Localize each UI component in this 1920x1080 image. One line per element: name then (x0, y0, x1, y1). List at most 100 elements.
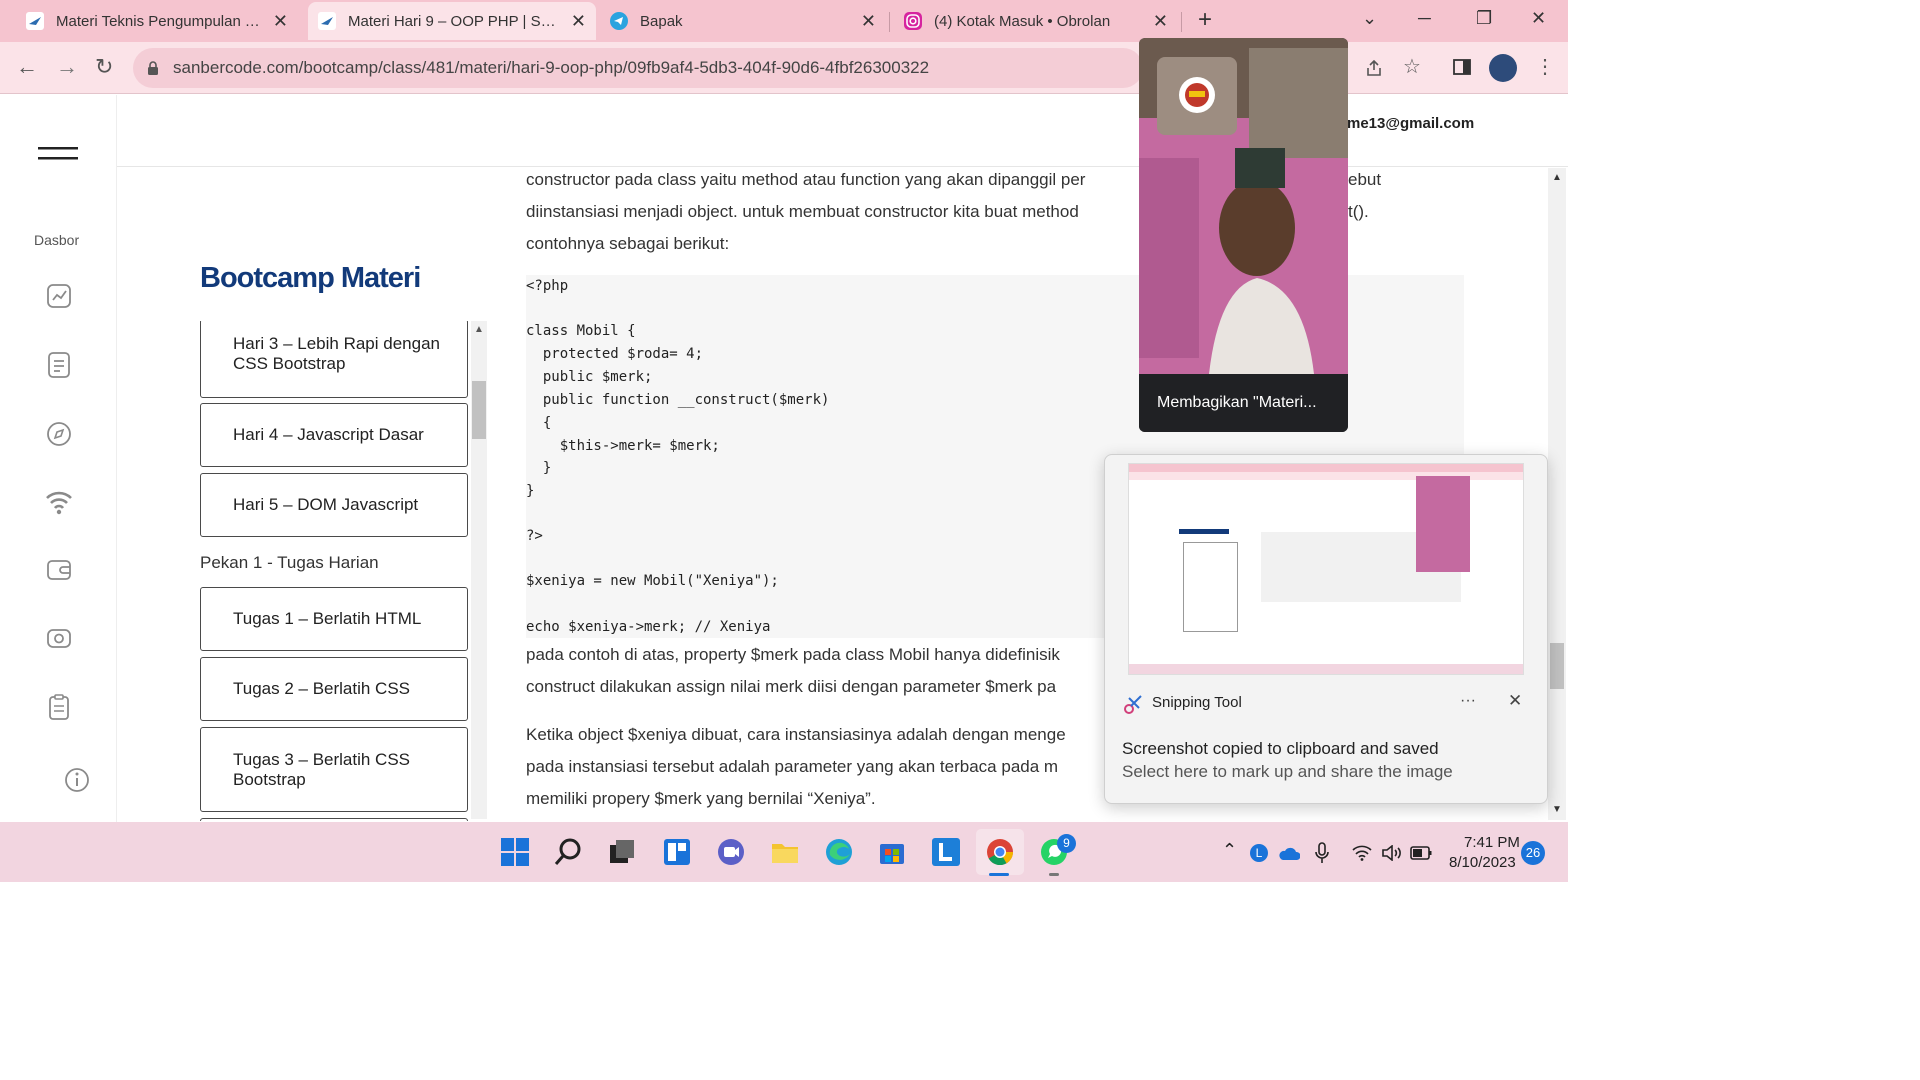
tray-l-app-icon[interactable]: L (1250, 844, 1268, 862)
sharing-caption: Membagikan "Materi... (1139, 374, 1348, 432)
code-line: <?php (526, 278, 569, 294)
hamburger-menu-icon[interactable] (38, 145, 80, 163)
sidebar-item-label: Hari 3 – Lebih Rapi dengan CSS Bootstrap (233, 334, 440, 373)
paragraph-line: diinstansiasi menjadi object. untuk memb… (526, 202, 1079, 221)
sidebar-scroll-area: Hari 3 – Lebih Rapi dengan CSS Bootstrap… (200, 321, 468, 821)
task-item[interactable]: Tugas 2 – Berlatih CSS (200, 657, 468, 721)
chrome-icon[interactable] (985, 837, 1015, 867)
minimize-button[interactable]: ─ (1418, 8, 1431, 29)
notification-count-badge[interactable]: 26 (1521, 841, 1545, 865)
tray-overflow-chevron-icon[interactable]: ⌃ (1222, 840, 1237, 861)
snipping-tool-notification[interactable]: Snipping Tool ··· ✕ Screenshot copied to… (1104, 454, 1548, 804)
search-icon[interactable] (554, 837, 584, 867)
tab-bapak[interactable]: Bapak ✕ (600, 2, 886, 40)
scrollbar-thumb[interactable] (1550, 643, 1564, 689)
paragraph-line: Ketika object $xeniya dibuat, cara insta… (526, 725, 1066, 744)
tab-materi-teknis[interactable]: Materi Teknis Pengumpulan Tugas ✕ (16, 2, 298, 40)
task-item[interactable]: Tugas 1 – Berlatih HTML (200, 587, 468, 651)
close-tab-icon[interactable]: ✕ (273, 11, 288, 32)
clipboard-icon[interactable] (44, 692, 74, 722)
reload-icon[interactable]: ↻ (95, 56, 113, 78)
close-tab-icon[interactable]: ✕ (861, 11, 876, 32)
restore-button[interactable]: ❐ (1476, 8, 1492, 29)
task-item[interactable]: Tugas 3 – Berlatih CSS Bootstrap (200, 727, 468, 812)
participant-thumbnail (1157, 57, 1237, 135)
screenshot-preview[interactable] (1128, 463, 1524, 675)
battery-icon[interactable] (1410, 846, 1432, 860)
paragraph-line: construct dilakukan assign nilai merk di… (526, 677, 1057, 696)
microsoft-store-icon[interactable] (877, 837, 907, 867)
close-tab-icon[interactable]: ✕ (1153, 11, 1168, 32)
scrollbar-thumb[interactable] (472, 381, 486, 439)
info-icon[interactable] (62, 765, 92, 795)
paragraph-line-tail: t(). (1348, 202, 1369, 221)
close-tab-icon[interactable]: ✕ (571, 11, 586, 32)
task-item-label: Tugas 1 – Berlatih HTML (233, 609, 422, 628)
whatsapp-badge: 9 (1057, 834, 1076, 853)
l-app-icon[interactable] (931, 837, 961, 867)
clock-date[interactable]: 8/10/2023 (1449, 854, 1516, 871)
page-scrollbar[interactable]: ▲ ▼ (1548, 168, 1566, 820)
side-panel-icon[interactable] (1453, 58, 1471, 76)
close-icon[interactable]: ✕ (1508, 691, 1522, 711)
more-options-icon[interactable]: ··· (1460, 692, 1476, 710)
close-window-button[interactable]: ✕ (1531, 8, 1546, 29)
sidebar-item-label: Hari 4 – Javascript Dasar (233, 425, 424, 444)
code-line: } (526, 483, 535, 499)
tab-title: Materi Hari 9 – OOP PHP | Sanbercode (348, 12, 563, 30)
preview-sidebar (1183, 542, 1238, 632)
user-email[interactable]: me13@gmail.com (1347, 115, 1474, 132)
clock-time[interactable]: 7:41 PM (1464, 834, 1520, 851)
app-open-indicator (1049, 873, 1059, 876)
top-header-bar: me13@gmail.com (117, 95, 1568, 167)
tab-search-chevron-icon[interactable]: ⌄ (1362, 8, 1377, 29)
file-explorer-icon[interactable] (770, 837, 800, 867)
task-view-icon[interactable] (607, 837, 637, 867)
chart-dashboard-icon[interactable] (44, 281, 74, 311)
code-line: public function __construct($merk) (526, 392, 830, 408)
volume-icon[interactable] (1381, 845, 1403, 861)
profile-avatar[interactable] (1489, 54, 1517, 82)
back-arrow-icon[interactable]: ← (16, 56, 38, 78)
sidebar-item[interactable]: Hari 3 – Lebih Rapi dengan CSS Bootstrap (200, 321, 468, 398)
widgets-icon[interactable] (662, 837, 692, 867)
new-tab-button[interactable]: + (1198, 6, 1212, 34)
edge-browser-icon[interactable] (824, 837, 854, 867)
notification-subtitle: Select here to mark up and share the ima… (1122, 762, 1453, 781)
tab-materi-hari-9[interactable]: Materi Hari 9 – OOP PHP | Sanbercode ✕ (308, 2, 596, 40)
scroll-down-arrow-icon[interactable]: ▼ (1552, 804, 1562, 815)
code-line: { (526, 415, 552, 431)
code-line: } (526, 460, 552, 476)
wifi-tray-icon[interactable] (1352, 845, 1372, 861)
task-item[interactable] (200, 818, 468, 821)
scroll-up-arrow-icon[interactable]: ▲ (1552, 172, 1562, 183)
notification-title: Screenshot copied to clipboard and saved (1122, 739, 1439, 758)
share-icon[interactable] (1364, 58, 1384, 78)
dasbor-label: Dasbor (34, 232, 80, 248)
forward-arrow-icon[interactable]: → (56, 56, 78, 78)
telegram-icon (610, 12, 628, 30)
sidebar-item[interactable]: Hari 4 – Javascript Dasar (200, 403, 468, 467)
address-bar[interactable]: sanbercode.com/bootcamp/class/481/materi… (133, 48, 1143, 88)
scroll-up-arrow-icon[interactable]: ▲ (474, 324, 484, 335)
bookmark-star-icon[interactable]: ☆ (1403, 56, 1421, 78)
tab-instagram[interactable]: (4) Kotak Masuk • Obrolan ✕ (894, 2, 1178, 40)
preview-taskbar (1129, 664, 1523, 674)
sidebar-item-label: Hari 5 – DOM Javascript (233, 495, 419, 514)
sidebar-scrollbar[interactable]: ▲ (471, 321, 487, 819)
video-call-popup[interactable]: Membagikan "Materi... (1139, 38, 1348, 432)
onedrive-icon[interactable] (1278, 845, 1300, 861)
document-icon[interactable] (44, 350, 74, 380)
wallet-icon[interactable] (44, 555, 74, 585)
sidebar-item[interactable]: Hari 5 – DOM Javascript (200, 473, 468, 537)
code-line: $this->merk= $merk; (526, 438, 720, 454)
compass-icon[interactable] (44, 419, 74, 449)
camera-icon[interactable] (44, 623, 74, 653)
wifi-icon[interactable] (44, 487, 74, 517)
section-label: Pekan 1 - Tugas Harian (200, 553, 379, 572)
microphone-icon[interactable] (1315, 842, 1329, 864)
teams-chat-icon[interactable] (716, 837, 746, 867)
start-windows-icon[interactable] (500, 837, 530, 867)
menu-kebab-icon[interactable]: ⋮ (1535, 56, 1555, 78)
avatar (1179, 77, 1215, 113)
